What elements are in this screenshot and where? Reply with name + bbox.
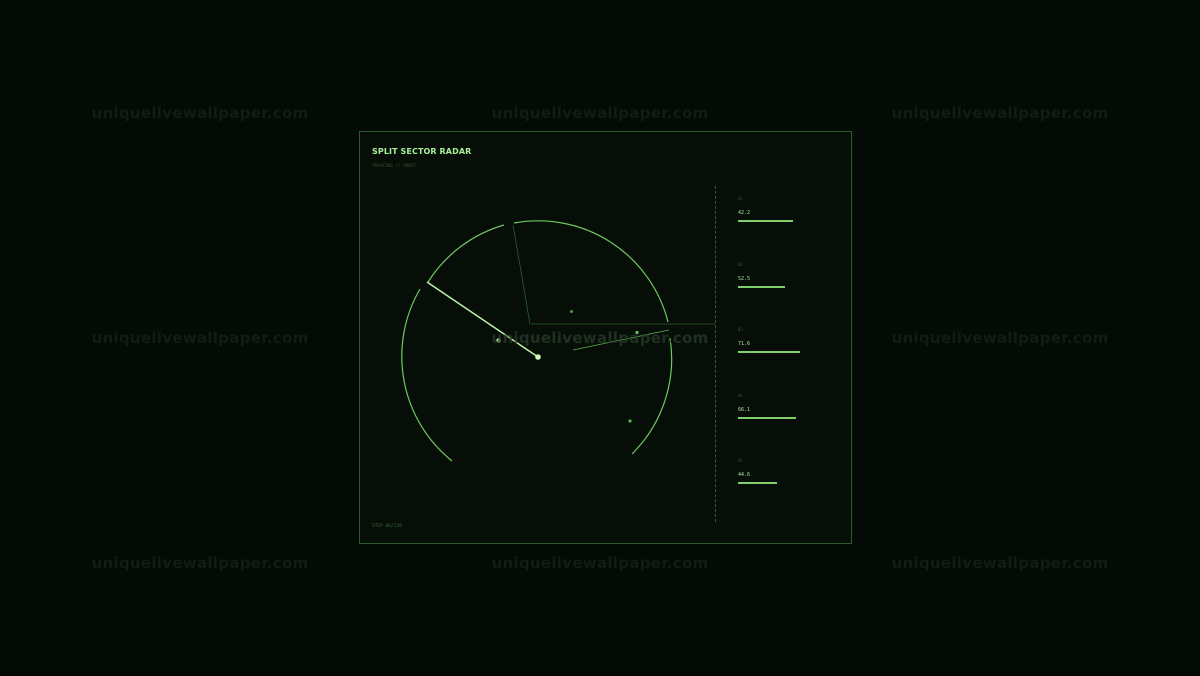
readout-value: 44.6 — [738, 472, 751, 478]
radar-center — [535, 354, 541, 360]
readout-label: 02 — [738, 261, 743, 267]
panel-divider — [715, 186, 716, 522]
watermark: uniquelivewallpaper.com — [91, 554, 309, 572]
watermark: uniquelivewallpaper.com — [891, 104, 1109, 122]
readout-track — [738, 416, 823, 419]
readout-bar — [738, 285, 786, 288]
readout-value: 71.6 — [738, 341, 751, 347]
sector-arc-top-left — [427, 224, 505, 283]
readout-label: 05 — [738, 458, 743, 463]
readout-item: 02 52.5 — [737, 262, 827, 328]
readout-item: 03 71.6 — [737, 327, 827, 393]
readout-label: 03 — [738, 327, 743, 332]
readout-value: 52.5 — [738, 275, 751, 282]
watermark: uniquelivewallpaper.com — [491, 554, 709, 572]
readout-item: 01 42.2 — [737, 196, 827, 262]
sector-arc-top-right — [513, 220, 669, 323]
readout-track — [738, 285, 823, 288]
wallpaper-stage: uniquelivewallpaper.com uniquelivewallpa… — [0, 0, 1200, 676]
watermark: uniquelivewallpaper.com — [491, 329, 709, 347]
watermark: uniquelivewallpaper.com — [491, 104, 709, 122]
sector-divider-top — [512, 224, 531, 325]
readout-track — [738, 482, 823, 484]
watermark: uniquelivewallpaper.com — [891, 554, 1109, 572]
readout-label: 04 — [738, 392, 743, 398]
readout-bar — [738, 351, 800, 353]
watermark: uniquelivewallpaper.com — [891, 329, 1109, 347]
readout-label: 01 — [738, 196, 743, 201]
sector-arc-left — [401, 288, 453, 462]
readout-list: 01 42.2 02 52.5 03 71.6 04 66.1 05 44.6 — [737, 196, 827, 524]
readout-bar — [738, 482, 777, 484]
readout-item: 05 44.6 — [737, 458, 827, 524]
sector-arc-right — [631, 337, 673, 455]
blip — [570, 310, 573, 313]
watermark: uniquelivewallpaper.com — [91, 329, 309, 347]
readout-track — [738, 351, 823, 353]
watermark: uniquelivewallpaper.com — [91, 104, 309, 122]
readout-value: 66.1 — [738, 406, 751, 413]
readout-bar — [738, 416, 796, 419]
step-counter: STEP 86/120 — [372, 524, 402, 529]
readout-track — [738, 220, 823, 222]
readout-item: 04 66.1 — [737, 393, 827, 459]
readout-value: 42.2 — [738, 210, 751, 216]
blip — [628, 419, 632, 423]
readout-bar — [738, 220, 793, 222]
